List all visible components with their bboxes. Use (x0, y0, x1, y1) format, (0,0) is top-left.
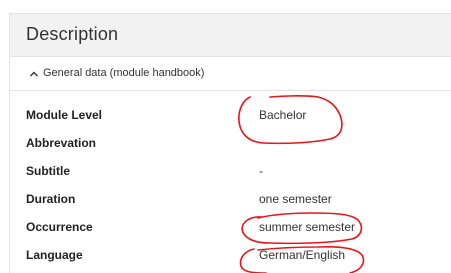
field-label: Occurrence (26, 220, 93, 234)
row-subtitle: Subtitle - (10, 157, 450, 185)
general-data-section-toggle[interactable]: General data (module handbook) (9, 57, 451, 91)
field-label: Subtitle (26, 164, 70, 178)
section-label: General data (module handbook) (43, 67, 205, 79)
field-label: Abbrevation (26, 136, 97, 150)
field-value: - (259, 164, 263, 178)
field-label: Duration (26, 192, 76, 206)
module-description-page: Description General data (module handboo… (0, 0, 451, 273)
field-value: one semester (259, 192, 332, 206)
row-language: Language German/English (10, 241, 450, 269)
panel-title: Description (26, 24, 119, 44)
description-panel-header: Description (9, 13, 451, 57)
field-label: Language (26, 248, 83, 262)
field-value: German/English (259, 248, 346, 262)
row-abbrevation: Abbrevation (10, 129, 450, 157)
module-data-table: Module Level Bachelor Abbrevation Subtit… (9, 91, 451, 273)
field-value: Bachelor (259, 108, 307, 122)
field-label: Module Level (26, 108, 103, 122)
field-value: summer semester (259, 220, 356, 234)
row-duration: Duration one semester (10, 185, 450, 213)
row-module-level: Module Level Bachelor (10, 101, 450, 129)
chevron-up-icon (30, 71, 38, 77)
row-occurrence: Occurrence summer semester (10, 213, 450, 241)
